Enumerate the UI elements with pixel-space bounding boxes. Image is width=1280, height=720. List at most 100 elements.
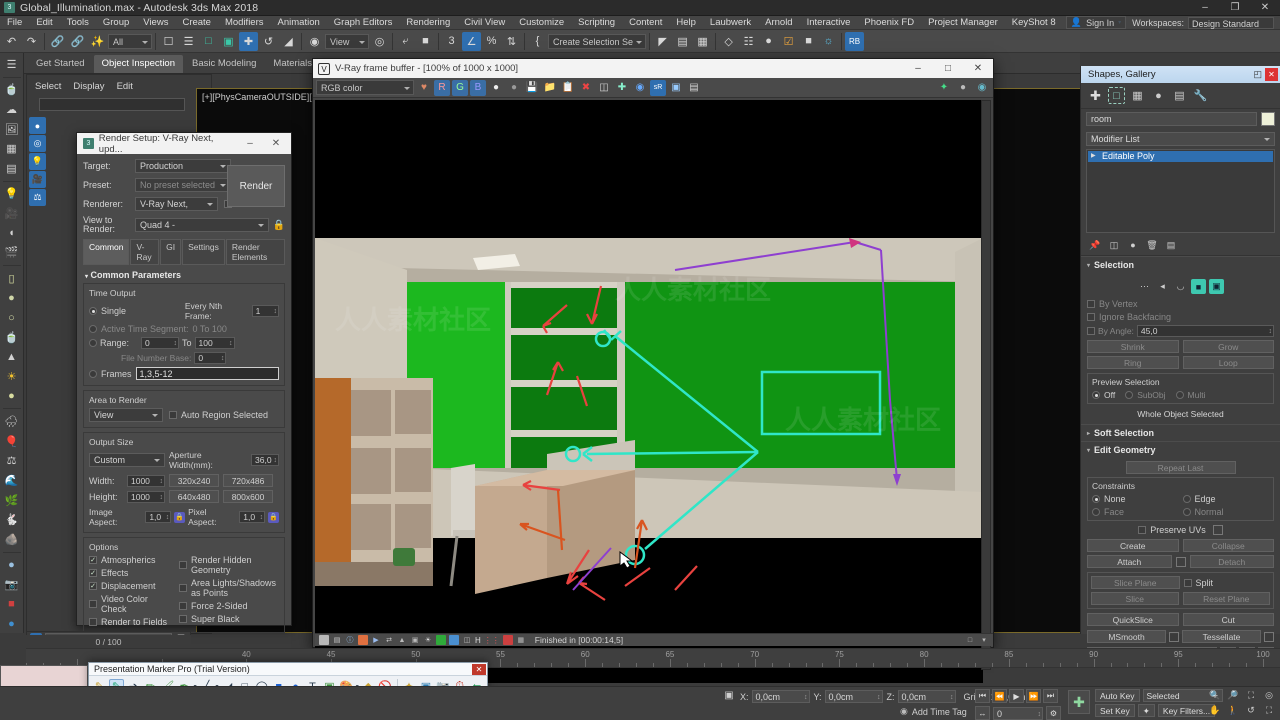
filter-geometry-icon[interactable]: ● xyxy=(29,117,46,134)
grow-button[interactable]: Grow xyxy=(1182,340,1274,353)
attach-button[interactable]: Attach xyxy=(1087,555,1172,568)
green-flag-icon[interactable] xyxy=(436,635,446,645)
edit-geometry-rollup[interactable]: ▾ Edit Geometry xyxy=(1081,441,1280,458)
atmospherics-checkbox[interactable]: ✓ xyxy=(89,556,97,564)
menu-keyshot-8[interactable]: KeyShot 8 xyxy=(1005,16,1063,30)
render-production-icon[interactable]: ☼ xyxy=(819,32,838,51)
list-icon[interactable]: ▦ xyxy=(2,139,22,158)
info-icon[interactable]: ⓘ xyxy=(345,635,355,645)
prev-frame-icon[interactable]: ⏪ xyxy=(992,689,1007,703)
super-black-checkbox[interactable] xyxy=(179,615,187,623)
history-icon[interactable]: ◉ xyxy=(974,80,990,96)
window-controls[interactable]: – ❐ ✕ xyxy=(1190,0,1280,16)
vertex-icon[interactable]: ⋯ xyxy=(1137,279,1152,294)
render-setup-tab-render-elements[interactable]: Render Elements xyxy=(225,239,285,265)
create-icon[interactable]: ✚ xyxy=(1087,87,1104,104)
snaps-toggle-icon[interactable]: 3 xyxy=(442,32,461,51)
angle-snap-icon[interactable]: ∠ xyxy=(462,31,481,51)
menu-create[interactable]: Create xyxy=(175,16,218,30)
layer-manager-icon[interactable]: ▦ xyxy=(693,32,712,51)
single-radio[interactable] xyxy=(89,307,97,315)
option-row[interactable]: Super Black xyxy=(179,614,279,624)
every-nth-frame-input[interactable]: 1 xyxy=(251,305,279,317)
go-to-end-icon[interactable]: ⏭ xyxy=(1043,689,1058,703)
make-unique-icon[interactable]: ● xyxy=(1125,238,1141,252)
menu-group[interactable]: Group xyxy=(96,16,136,30)
filter-shapes-icon[interactable]: ◎ xyxy=(29,135,46,152)
element-icon[interactable]: ▣ xyxy=(1209,279,1224,294)
configure-sets-icon[interactable]: ▤ xyxy=(1163,238,1179,252)
pixel-aspect-lock-icon[interactable]: 🔒 xyxy=(268,511,279,523)
scene-explorer-search-input[interactable] xyxy=(39,98,185,111)
select-by-name-icon[interactable]: ☰ xyxy=(179,32,198,51)
utilities-icon[interactable]: 🔧 xyxy=(1192,87,1209,104)
window-crossing-icon[interactable]: ▣ xyxy=(219,32,238,51)
quickslice-button[interactable]: QuickSlice xyxy=(1087,613,1179,626)
render-to-fields-checkbox[interactable] xyxy=(89,618,97,626)
blue-channel-icon[interactable]: B xyxy=(470,79,486,96)
detach-button[interactable]: Detach xyxy=(1189,555,1274,568)
spinner-snap-icon[interactable]: ⇅ xyxy=(502,32,521,51)
ref-coord-icon[interactable]: ◉ xyxy=(305,32,324,51)
compare-icon[interactable]: ⇄ xyxy=(384,635,394,645)
attach-settings-icon[interactable] xyxy=(1175,556,1186,567)
lock-icon[interactable]: 🔒 xyxy=(273,220,285,231)
material-editor-icon[interactable]: ● xyxy=(759,32,778,51)
z-input[interactable]: 0,0cm xyxy=(897,690,956,704)
vfb-vertical-scrollbar[interactable] xyxy=(981,100,991,670)
image-aspect-input[interactable]: 1,0 xyxy=(145,511,172,523)
color-bars-icon[interactable] xyxy=(502,635,513,645)
menu-file[interactable]: File xyxy=(0,16,29,30)
key-controls[interactable]: Auto Key Selected Set Key ✦ Key Filters.… xyxy=(1095,689,1223,717)
soft-selection-rollup[interactable]: ▸ Soft Selection xyxy=(1081,424,1280,441)
workspaces-combo[interactable]: Design Standard xyxy=(1188,16,1274,29)
option-row[interactable]: Render to Fields xyxy=(89,617,173,627)
pixel-info-icon[interactable]: ◉ xyxy=(632,80,648,96)
split-checkbox[interactable] xyxy=(1183,578,1192,587)
cut-button[interactable]: Cut xyxy=(1182,613,1274,626)
key-filters-button[interactable]: Key Filters... xyxy=(1157,704,1216,717)
object-name-row[interactable]: room xyxy=(1081,109,1280,129)
menu-rendering[interactable]: Rendering xyxy=(399,16,457,30)
monochrome-icon[interactable]: ● xyxy=(506,80,522,96)
render-setup-close-button[interactable]: ✕ xyxy=(263,134,289,154)
option-row[interactable]: Video Color Check xyxy=(89,594,173,614)
renderer-combo[interactable]: V-Ray Next, update 2 xyxy=(135,197,218,211)
region-render-icon[interactable]: ▤ xyxy=(686,80,702,96)
by-angle-input[interactable]: 45,0 xyxy=(1136,325,1274,337)
render-setup-tab-common[interactable]: Common xyxy=(83,239,130,265)
modifier-stack-buttons[interactable]: 📌 ◫ ● 🗑 ▤ xyxy=(1081,235,1280,256)
pixel-aspect-input[interactable]: 1,0 xyxy=(239,511,266,523)
save-image-icon[interactable]: 💾 xyxy=(524,80,540,96)
preserve-uvs-settings-icon[interactable] xyxy=(1212,525,1223,535)
msmooth-button[interactable]: MSmooth xyxy=(1087,630,1166,643)
channel-combo[interactable]: RGB color xyxy=(316,80,414,95)
rain-icon[interactable]: 🌧 xyxy=(2,412,22,431)
vray-frame-buffer-window[interactable]: V V-Ray frame buffer - [100% of 1000 x 1… xyxy=(312,58,994,683)
sun-icon[interactable]: ☀ xyxy=(423,635,433,645)
hierarchy-icon[interactable]: ▦ xyxy=(1129,87,1146,104)
dome-light-icon[interactable]: ● xyxy=(2,387,22,406)
x-input[interactable]: 0,0cm xyxy=(751,690,810,704)
scene-explorer-menu-edit[interactable]: Edit xyxy=(117,81,133,92)
show-end-result-icon[interactable]: ◫ xyxy=(1106,238,1122,252)
color-corrections-icon[interactable]: ▣ xyxy=(668,80,684,96)
option-row[interactable]: ✓ Atmospherics xyxy=(89,555,173,565)
menu-edit[interactable]: Edit xyxy=(29,16,59,30)
workspaces-selector[interactable]: Workspaces: Design Standard xyxy=(1126,16,1280,29)
zoom-icon[interactable]: 🔍 xyxy=(1208,689,1222,702)
render-region-icon[interactable]: ▤ xyxy=(332,635,342,645)
water-icon[interactable]: 🌊 xyxy=(2,471,22,490)
rb-icon[interactable]: RB xyxy=(845,31,865,51)
view-combo[interactable]: View xyxy=(325,33,369,49)
helper-icon[interactable]: ⚖ xyxy=(2,452,22,471)
filter-cameras-icon[interactable]: 🎥 xyxy=(29,171,46,188)
msmooth-settings-icon[interactable] xyxy=(1169,631,1179,642)
preview-multi-radio[interactable] xyxy=(1175,391,1184,399)
slice-plane-button[interactable]: Slice Plane xyxy=(1091,576,1180,589)
align-tool-icon[interactable]: ▤ xyxy=(673,32,692,51)
modifier-stack-item[interactable]: Editable Poly xyxy=(1088,151,1273,162)
image-aspect-lock-icon[interactable]: 🔒 xyxy=(174,511,186,523)
resume-icon[interactable]: ▶ xyxy=(371,635,381,645)
clipboard-icon[interactable]: 📋 xyxy=(560,80,576,96)
